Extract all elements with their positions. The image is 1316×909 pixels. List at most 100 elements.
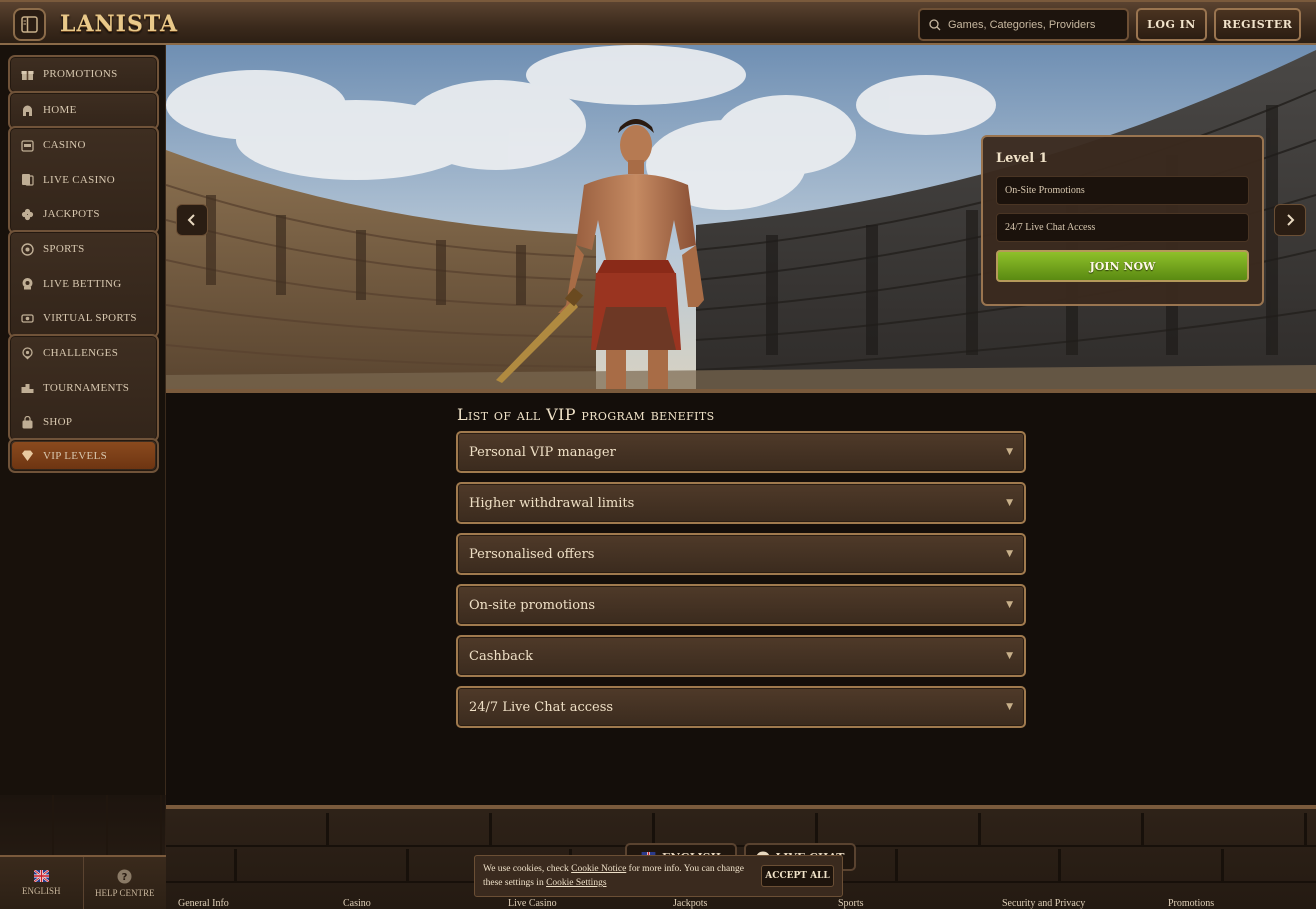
- search-box[interactable]: [918, 8, 1129, 41]
- site-logo[interactable]: LANISTA: [60, 8, 178, 40]
- benefit-accordion-item[interactable]: Personalised offers ▼: [456, 533, 1026, 575]
- sidebar-footer: ENGLISH ? HELP CENTRE: [0, 855, 166, 909]
- virtual-icon: [21, 312, 34, 325]
- cookie-banner: We use cookies, check Cookie Notice for …: [474, 855, 843, 897]
- chevron-right-icon: [1287, 214, 1295, 226]
- sidebar-item-label: HOME: [43, 104, 77, 117]
- hero-next-button[interactable]: [1274, 204, 1306, 236]
- benefit-label: Personal VIP manager: [469, 444, 616, 460]
- benefit-accordion-item[interactable]: Higher withdrawal limits ▼: [456, 482, 1026, 524]
- chevron-down-icon: ▼: [1006, 498, 1013, 508]
- target-icon: [21, 347, 34, 360]
- nav-group-home: HOME: [8, 91, 159, 130]
- sidebar-item-label: CHALLENGES: [43, 347, 119, 360]
- sidebar-item-casino[interactable]: CASINO: [10, 128, 157, 163]
- logo-text: LANISTA: [60, 11, 179, 37]
- svg-text:?: ?: [122, 872, 128, 883]
- sidebar-item-challenges[interactable]: CHALLENGES: [10, 336, 157, 371]
- footer-link[interactable]: General Info: [178, 898, 229, 909]
- chevron-down-icon: ▼: [1006, 702, 1013, 712]
- login-button[interactable]: LOG IN: [1136, 8, 1207, 41]
- hero-prev-button[interactable]: [176, 204, 208, 236]
- benefit-accordion-item[interactable]: Cashback ▼: [456, 635, 1026, 677]
- sidebar-item-live-betting[interactable]: LIVE BETTING: [10, 267, 157, 302]
- sidebar-item-live-casino[interactable]: LIVE CASINO: [10, 163, 157, 198]
- sidebar-item-label: JACKPOTS: [43, 208, 100, 221]
- sidebar-item-jackpots[interactable]: JACKPOTS: [10, 197, 157, 232]
- chevron-left-icon: [187, 214, 195, 226]
- cookie-text-start: We use cookies, check: [483, 864, 572, 874]
- live-icon: [21, 277, 34, 290]
- sidebar-item-label: TOURNAMENTS: [43, 381, 130, 394]
- sidebar-item-label: LIVE CASINO: [43, 173, 116, 186]
- chevron-down-icon: ▼: [1006, 549, 1013, 559]
- accept-all-button[interactable]: ACCEPT ALL: [761, 865, 834, 887]
- sidebar: PROMOTIONS HOME CASINO LIVE CASINO JACKP…: [0, 45, 166, 909]
- help-icon: ?: [117, 869, 132, 883]
- sidebar-item-sports[interactable]: SPORTS: [10, 232, 157, 267]
- footer-link[interactable]: Sports: [838, 898, 864, 909]
- language-label: ENGLISH: [22, 886, 61, 896]
- benefit-accordion-item[interactable]: Personal VIP manager ▼: [456, 431, 1026, 473]
- hero-banner: Level 1 On-Site Promotions 24/7 Live Cha…: [166, 45, 1316, 393]
- sidebar-item-virtual-sports[interactable]: VIRTUAL SPORTS: [10, 301, 157, 336]
- footer-link[interactable]: Security and Privacy: [1002, 898, 1085, 909]
- footer-link[interactable]: Live Casino: [508, 898, 557, 909]
- clover-icon: [21, 208, 34, 221]
- sidebar-item-shop[interactable]: SHOP: [10, 405, 157, 440]
- chevron-down-icon: ▼: [1006, 651, 1013, 661]
- level-card: Level 1 On-Site Promotions 24/7 Live Cha…: [981, 135, 1264, 306]
- sidebar-item-label: SHOP: [43, 416, 73, 429]
- sidebar-item-label: SPORTS: [43, 243, 85, 256]
- level-perk: On-Site Promotions: [996, 176, 1249, 205]
- nav-group-casino: CASINO LIVE CASINO JACKPOTS: [8, 126, 159, 234]
- sidebar-item-promotions[interactable]: PROMOTIONS: [10, 57, 157, 92]
- join-now-button[interactable]: JOIN NOW: [996, 250, 1249, 282]
- sidebar-item-vip-levels[interactable]: VIP LEVELS: [12, 442, 155, 469]
- language-selector[interactable]: ENGLISH: [0, 857, 83, 909]
- cookie-text: We use cookies, check Cookie Notice for …: [483, 862, 753, 890]
- uk-flag-icon: [33, 870, 49, 882]
- benefit-label: Higher withdrawal limits: [469, 495, 635, 511]
- cookie-notice-link[interactable]: Cookie Notice: [571, 864, 626, 874]
- benefit-accordion-item[interactable]: On-site promotions ▼: [456, 584, 1026, 626]
- footer-link[interactable]: Jackpots: [673, 898, 707, 909]
- search-input[interactable]: [948, 18, 1118, 31]
- nav-group-sports: SPORTS LIVE BETTING VIRTUAL SPORTS: [8, 230, 159, 338]
- level-perk: 24/7 Live Chat Access: [996, 213, 1249, 242]
- register-button[interactable]: REGISTER: [1214, 8, 1301, 41]
- benefit-label: Cashback: [469, 648, 533, 664]
- nav-group-vip: VIP LEVELS: [8, 438, 159, 473]
- chevron-down-icon: ▼: [1006, 447, 1013, 457]
- footer-link[interactable]: Promotions: [1168, 898, 1214, 909]
- nav-group-promotions: PROMOTIONS: [8, 55, 159, 94]
- sidebar-item-label: VIP LEVELS: [43, 449, 108, 462]
- cards-icon: [21, 173, 34, 186]
- bag-icon: [21, 415, 34, 429]
- podium-icon: [21, 381, 34, 394]
- sidebar-item-label: PROMOTIONS: [43, 68, 118, 81]
- chevron-down-icon: ▼: [1006, 600, 1013, 610]
- sidebar-item-tournaments[interactable]: TOURNAMENTS: [10, 371, 157, 406]
- benefit-label: Personalised offers: [469, 546, 595, 562]
- cookie-settings-link[interactable]: Cookie Settings: [546, 878, 606, 888]
- benefit-label: 24/7 Live Chat access: [469, 699, 614, 715]
- nav-group-challenges: CHALLENGES TOURNAMENTS SHOP: [8, 334, 159, 442]
- menu-toggle-button[interactable]: [13, 8, 46, 41]
- help-centre-link[interactable]: ? HELP CENTRE: [82, 857, 167, 909]
- helmet-icon: [21, 104, 34, 117]
- top-header: LANISTA LOG IN REGISTER: [0, 0, 1316, 45]
- sidebar-toggle-icon: [21, 16, 38, 33]
- diamond-icon: [21, 449, 34, 462]
- sidebar-item-label: CASINO: [43, 139, 86, 152]
- footer-link[interactable]: Casino: [343, 898, 371, 909]
- search-icon: [929, 18, 941, 30]
- sidebar-item-label: LIVE BETTING: [43, 277, 122, 290]
- benefits-title: List of all VIP program benefits: [457, 405, 715, 424]
- sidebar-brick-decoration: [0, 795, 166, 855]
- benefit-accordion-item[interactable]: 24/7 Live Chat access ▼: [456, 686, 1026, 728]
- sidebar-item-home[interactable]: HOME: [10, 93, 157, 128]
- slot-machine-icon: [21, 139, 34, 152]
- level-title: Level 1: [996, 151, 1048, 166]
- help-label: HELP CENTRE: [95, 887, 155, 898]
